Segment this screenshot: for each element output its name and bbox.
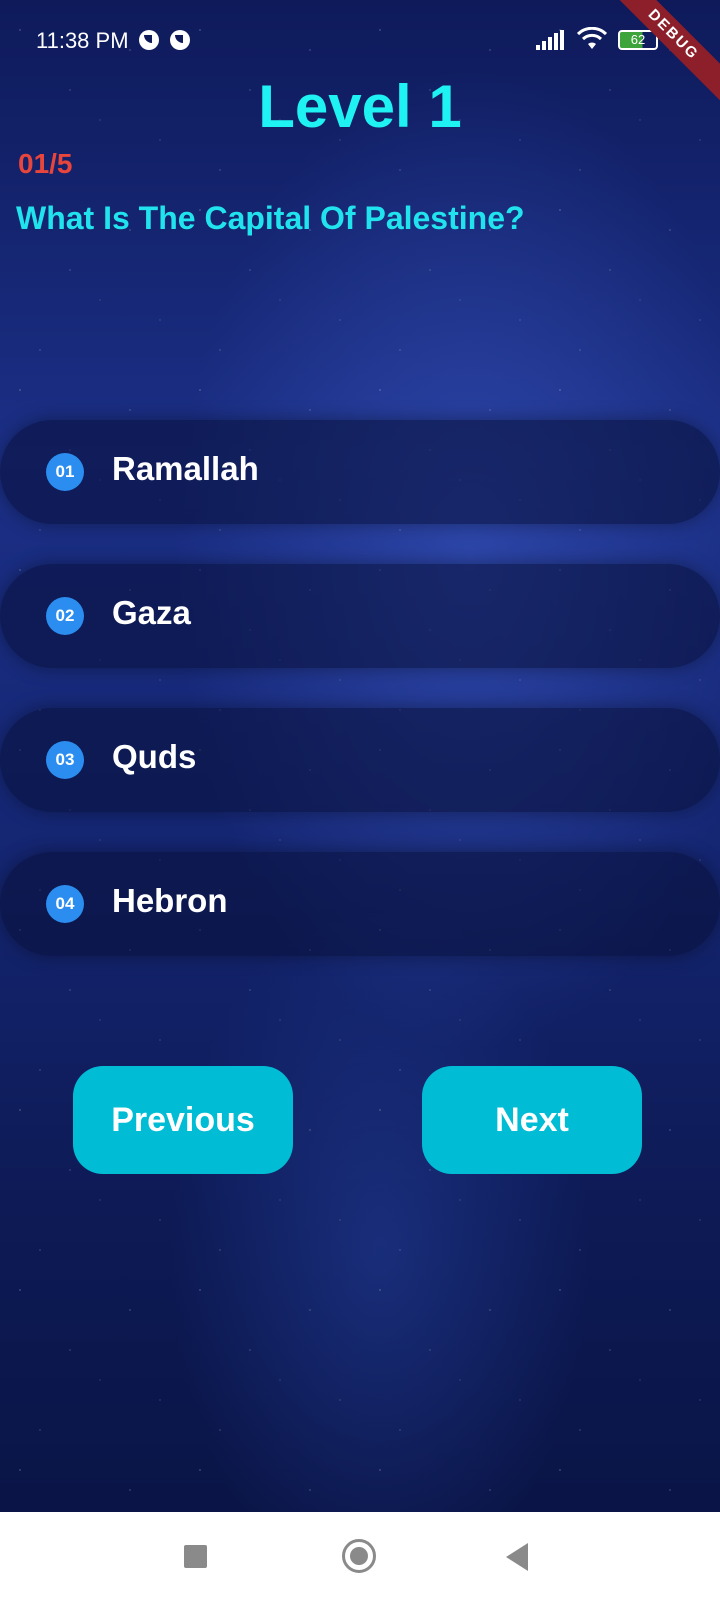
option-number-badge: 01 [46,453,84,491]
quiz-screen: 11:38 PM 62 DEBUG Level 1 01/5 What Is T… [0,0,720,1512]
option-label: Ramallah [112,450,259,487]
notification-icon [139,30,159,50]
level-title: Level 1 [258,73,462,140]
home-icon[interactable] [342,1539,376,1573]
wifi-icon [577,27,607,49]
answer-option-2[interactable]: 02 Gaza [0,564,720,668]
option-number-badge: 03 [46,741,84,779]
question-progress: 01/5 [18,148,73,179]
status-time: 11:38 PM [36,28,129,53]
previous-button[interactable]: Previous [73,1066,293,1174]
answer-option-4[interactable]: 04 Hebron [0,852,720,956]
option-label: Gaza [112,594,191,631]
answer-option-1[interactable]: 01 Ramallah [0,420,720,524]
next-button[interactable]: Next [422,1066,642,1174]
option-label: Quds [112,738,197,775]
question-text: What Is The Capital Of Palestine? [16,200,525,236]
status-bar: 11:38 PM 62 [0,0,720,80]
back-icon[interactable] [506,1543,528,1571]
answer-option-3[interactable]: 03 Quds [0,708,720,812]
option-label: Hebron [112,882,228,919]
option-number-badge: 02 [46,597,84,635]
signal-icon [536,30,568,50]
option-number-badge: 04 [46,885,84,923]
recents-icon[interactable] [184,1545,207,1568]
notification-icon [170,30,190,50]
